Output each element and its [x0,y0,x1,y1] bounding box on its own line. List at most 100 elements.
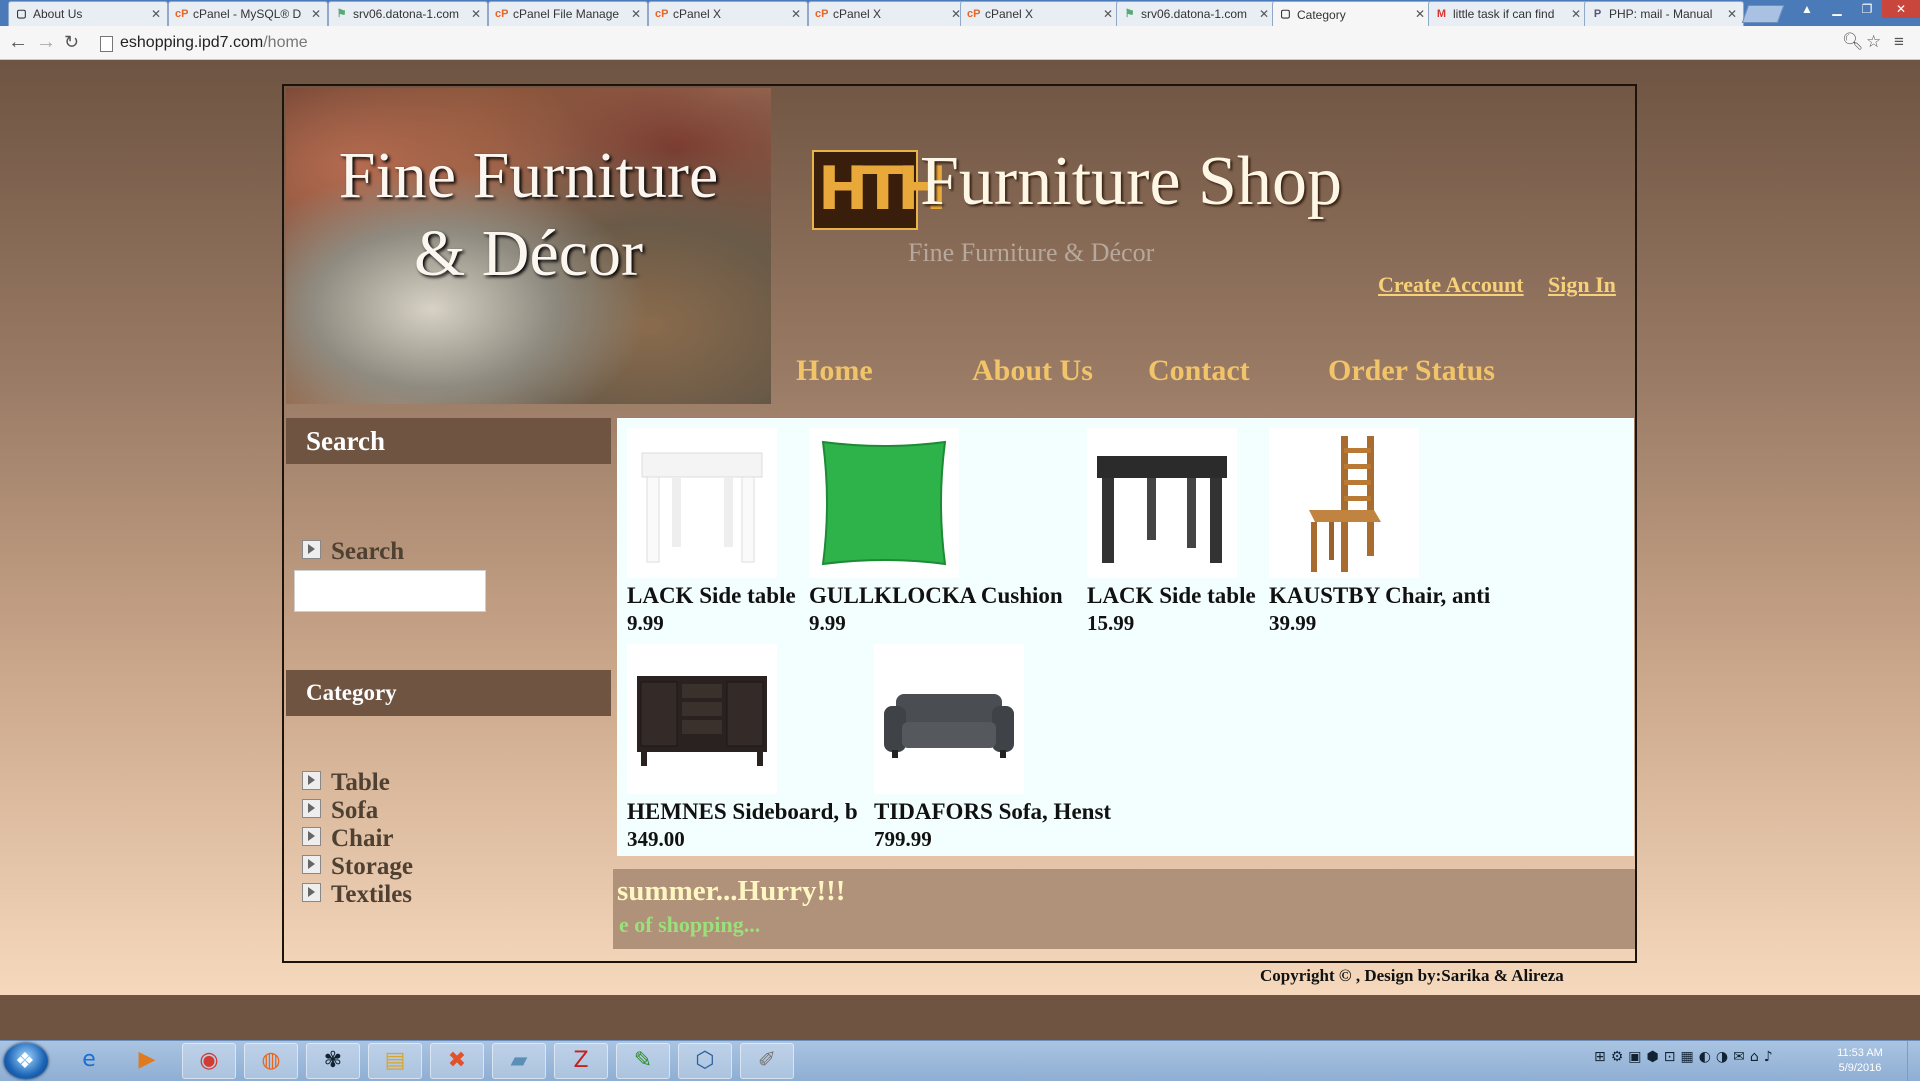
close-icon[interactable]: ✕ [311,7,321,21]
gmail-icon: M [1436,7,1447,20]
zoom-icon[interactable]: 🔍︎ [1842,32,1864,52]
category-section-title: Category [306,680,397,705]
minimize-icon[interactable]: ▁ [1822,0,1852,18]
tab-title: cPanel X [985,7,1034,21]
category-item-chair[interactable]: Chair [302,825,394,853]
browser-tab[interactable]: cP cPanel - MySQL® D ✕ [168,1,328,26]
browser-tab[interactable]: cP cPanel X ✕ [960,1,1120,26]
cpanel-icon: cP [815,7,829,20]
close-icon[interactable]: ✕ [471,7,481,21]
show-desktop-button[interactable] [1907,1041,1920,1081]
grey-sofa-image [874,644,1024,794]
close-icon[interactable]: ✕ [1103,7,1113,21]
nav-order-status[interactable]: Order Status [1328,354,1495,388]
reload-icon[interactable]: ↻ [64,32,79,52]
url-field[interactable]: eshopping.ipd7.com/home [96,31,1880,55]
notepad-icon[interactable]: ▰ [492,1043,546,1079]
tab-title: cPanel - MySQL® D [193,7,302,21]
product-name: LACK Side table [627,583,796,608]
browser-tab[interactable]: cP cPanel X ✕ [808,1,968,26]
browser-tab[interactable]: ⚑ srv06.datona-1.com ✕ [328,1,488,26]
sign-in-link[interactable]: Sign In [1548,272,1616,298]
product-name: GULLKLOCKA Cushion [809,583,1063,608]
create-account-link[interactable]: Create Account [1378,272,1524,298]
green-cushion-image [809,428,959,578]
close-icon[interactable]: ✕ [791,7,801,21]
category-item-textiles[interactable]: Textiles [302,881,412,909]
browser-tab[interactable]: ⚑ srv06.datona-1.com ✕ [1116,1,1276,26]
browser-tab[interactable]: cP cPanel File Manage ✕ [488,1,648,26]
tab-title: srv06.datona-1.com [1141,7,1248,21]
tab-title: cPanel X [673,7,722,21]
search-input[interactable] [294,570,486,612]
paint-icon[interactable]: ✐ [740,1043,794,1079]
category-label: Textiles [331,881,413,908]
category-item-table[interactable]: Table [302,769,390,797]
search-label-text: Search [331,538,405,565]
user-icon[interactable]: ▲ [1792,0,1822,18]
clock-time: 11:53 AM [1837,1047,1883,1059]
category-label: Table [331,769,390,796]
network-icon[interactable]: ✾ [306,1043,360,1079]
arrow-bullet-icon [302,540,321,559]
product-price: 799.99 [874,827,932,851]
back-icon[interactable]: ← [8,32,28,52]
category-label: Sofa [331,797,379,824]
close-icon[interactable]: ✕ [1571,7,1581,21]
cpanel-icon: cP [495,7,509,20]
clock[interactable]: 11:53 AM 5/9/2016 [1830,1046,1890,1076]
nav-home[interactable]: Home [796,354,873,388]
tagline: Fine Furniture & Décor [908,238,1155,267]
product-price: 39.99 [1269,611,1317,635]
logo: HTH [812,150,947,230]
tab-title: little task if can find [1453,7,1555,21]
arrow-bullet-icon [302,827,321,846]
editor-icon[interactable]: ✎ [616,1043,670,1079]
browser-tab[interactable]: M little task if can find ✕ [1428,1,1588,26]
close-icon[interactable]: ✕ [151,7,161,21]
virtualbox-icon[interactable]: ⬡ [678,1043,732,1079]
media-player-icon[interactable]: ▶ [120,1043,174,1079]
product-name: HEMNES Sideboard, b [627,799,858,824]
forward-icon[interactable]: → [36,32,56,52]
white-side-table-image [627,428,777,578]
cpanel-icon: cP [967,7,981,20]
category-section-header: Category [286,670,611,716]
browser-tab[interactable]: P PHP: mail - Manual ✕ [1584,1,1744,26]
xampp-icon[interactable]: ✖ [430,1043,484,1079]
close-icon[interactable]: ✕ [1727,7,1737,21]
product-name: KAUSTBY Chair, anti [1269,583,1491,608]
browser-tab[interactable]: ▢ About Us ✕ [8,1,168,26]
start-button[interactable] [4,1043,48,1079]
url-host: eshopping.ipd7.com [120,34,264,51]
new-tab-button[interactable] [1741,5,1785,23]
folder-icon[interactable]: ▤ [368,1043,422,1079]
system-tray[interactable]: ⊞⚙▣⬢⊡▦◐◑✉⌂♪ [1594,1049,1824,1073]
search-section-title: Search [306,426,385,456]
internet-explorer-icon[interactable]: e [62,1043,116,1079]
restore-icon[interactable]: ❐ [1852,0,1882,18]
phpmyadmin-icon: ⚑ [336,7,347,20]
close-icon[interactable]: ✕ [1259,7,1269,21]
browser-tab-active[interactable]: ▢ Category ✕ [1272,1,1432,27]
bookmark-star-icon[interactable]: ☆ [1866,32,1881,52]
menu-icon[interactable]: ≡ [1894,32,1904,52]
category-label: Chair [331,825,394,852]
nav-contact[interactable]: Contact [1148,354,1250,388]
filezilla-icon[interactable]: Z [554,1043,608,1079]
category-item-sofa[interactable]: Sofa [302,797,378,825]
nav-about-us[interactable]: About Us [972,354,1093,388]
browser-tab[interactable]: cP cPanel X ✕ [648,1,808,26]
banner-text: & Décor [413,217,644,290]
firefox-icon[interactable]: ◍ [244,1043,298,1079]
cpanel-icon: cP [655,7,669,20]
promo-marquee: summer...Hurry!!! e of shopping... [613,869,1635,949]
close-icon[interactable]: ✕ [631,7,641,21]
taskbar: e ▶ ◉ ◍ ✾ ▤ ✖ ▰ Z ✎ ⬡ ✐ ⊞⚙▣⬢⊡▦◐◑✉⌂♪ 11:5… [0,1040,1920,1081]
close-icon[interactable]: ✕ [1415,7,1425,21]
chrome-icon[interactable]: ◉ [182,1043,236,1079]
close-window-icon[interactable]: ✕ [1882,0,1920,18]
category-item-storage[interactable]: Storage [302,853,413,881]
dark-sideboard-image [627,644,777,794]
url-path: /home [263,34,308,51]
